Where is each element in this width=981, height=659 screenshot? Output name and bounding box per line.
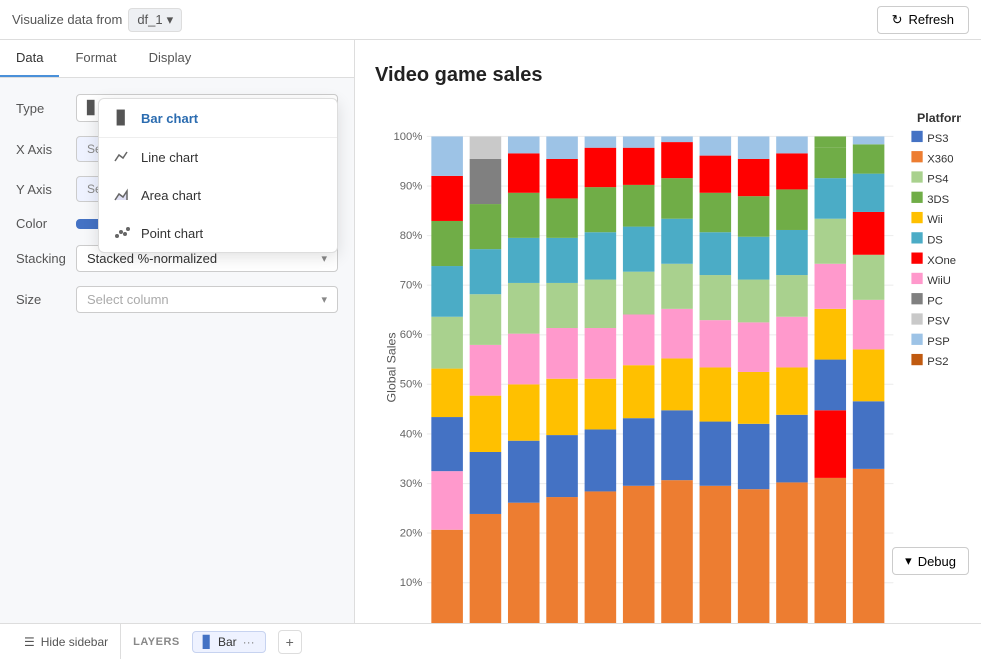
line-chart-icon [113, 148, 131, 166]
type-label: Type [16, 101, 76, 116]
bar-chart-icon: ▊ [113, 109, 131, 127]
svg-text:Platform: Platform [917, 111, 961, 125]
sidebar-toggle-icon: ☰ [24, 635, 35, 649]
plus-icon: + [286, 634, 294, 650]
svg-text:100%: 100% [394, 131, 423, 143]
chart-area: Video game sales Global Sales 100% 90% 8… [355, 40, 981, 623]
visualize-label: Visualize data from [12, 12, 122, 27]
tab-data[interactable]: Data [0, 40, 59, 77]
refresh-icon: ↻ [892, 12, 903, 28]
svg-text:40%: 40% [400, 428, 423, 440]
svg-text:PSV: PSV [927, 316, 950, 328]
area-chart-icon [113, 186, 131, 204]
svg-text:PS4: PS4 [927, 174, 948, 186]
sidebar-tabs: Data Format Display [0, 40, 354, 78]
stacking-label: Stacking [16, 251, 76, 266]
svg-text:X360: X360 [927, 153, 953, 165]
svg-text:PSP: PSP [927, 336, 950, 348]
size-label: Size [16, 292, 76, 307]
bar-chart-icon-small: ▊ [87, 100, 97, 116]
svg-text:70%: 70% [400, 280, 423, 292]
chevron-down-icon: ▾ [321, 252, 327, 265]
svg-text:20%: 20% [400, 527, 423, 539]
chart-svg: Global Sales 100% 90% 80% 70% 60% 50% 40… [375, 97, 961, 623]
chevron-down-icon: ▾ [167, 12, 174, 28]
xaxis-label: X Axis [16, 142, 76, 157]
chart-container: Global Sales 100% 90% 80% 70% 60% 50% 40… [375, 97, 961, 623]
layers-label: LAYERS [133, 636, 180, 648]
chart-type-dropdown: ▊ Bar chart Line chart Area chart Point … [98, 98, 338, 253]
svg-text:PS2: PS2 [927, 356, 948, 368]
tab-display[interactable]: Display [133, 40, 208, 77]
add-layer-button[interactable]: + [278, 630, 302, 654]
debug-button[interactable]: ▾ Debug [892, 547, 969, 575]
tab-format[interactable]: Format [59, 40, 132, 77]
hide-sidebar-button[interactable]: ☰ Hide sidebar [12, 624, 121, 659]
topbar-left: Visualize data from df_1 ▾ [12, 8, 182, 32]
dropdown-item-line[interactable]: Line chart [99, 138, 337, 176]
chevron-down-icon: ▾ [321, 293, 327, 306]
svg-text:PS3: PS3 [927, 133, 948, 145]
svg-text:50%: 50% [400, 379, 423, 391]
layer-tab-bar[interactable]: ▊ Bar ··· [192, 631, 266, 653]
svg-text:WiiU: WiiU [927, 275, 951, 287]
svg-text:80%: 80% [400, 230, 423, 242]
ellipsis-icon: ··· [243, 635, 255, 649]
size-select[interactable]: Select column ▾ [76, 286, 338, 313]
svg-text:PC: PC [927, 295, 943, 307]
color-label: Color [16, 216, 76, 231]
svg-text:Global Sales: Global Sales [384, 332, 398, 402]
chart-title: Video game sales [375, 64, 961, 87]
svg-text:Wii: Wii [927, 214, 943, 226]
svg-text:90%: 90% [400, 180, 423, 192]
svg-text:30%: 30% [400, 478, 423, 490]
bottombar: ☰ Hide sidebar LAYERS ▊ Bar ··· + [0, 623, 981, 659]
dropdown-item-bar[interactable]: ▊ Bar chart [99, 99, 337, 137]
svg-text:XOne: XOne [927, 255, 956, 267]
svg-text:60%: 60% [400, 329, 423, 341]
size-field-row: Size Select column ▾ [16, 286, 338, 313]
bar-layer-icon: ▊ [203, 635, 212, 649]
yaxis-label: Y Axis [16, 182, 76, 197]
df-name: df_1 [137, 12, 162, 27]
svg-text:10%: 10% [400, 577, 423, 589]
dropdown-item-area[interactable]: Area chart [99, 176, 337, 214]
svg-text:3DS: 3DS [927, 194, 949, 206]
refresh-button[interactable]: ↻ Refresh [877, 6, 969, 34]
dropdown-item-point[interactable]: Point chart [99, 214, 337, 252]
svg-text:DS: DS [927, 234, 943, 246]
df-selector[interactable]: df_1 ▾ [128, 8, 182, 32]
point-chart-icon [113, 224, 131, 242]
chevron-down-icon: ▾ [905, 553, 912, 569]
